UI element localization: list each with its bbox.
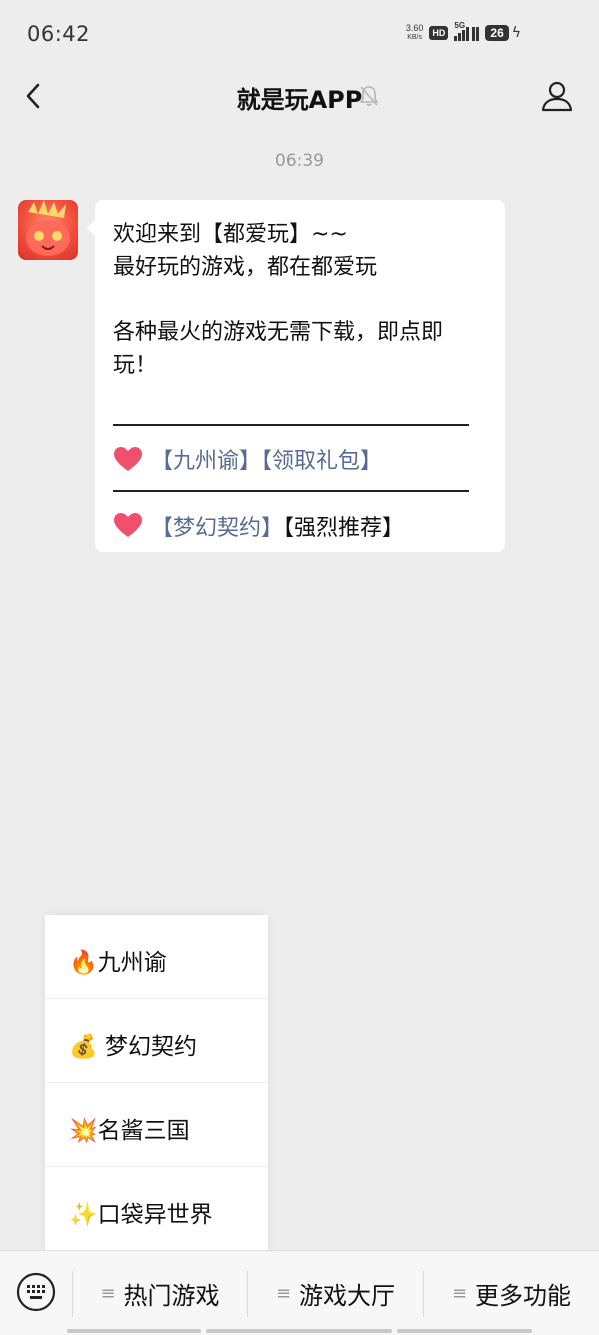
submenu-item-label: 💰 梦幻契约 xyxy=(69,1034,197,1060)
popup-submenu: 🔥九州谕 💰 梦幻契约 💥名酱三国 ✨口袋异世界 xyxy=(45,915,268,1250)
keyboard-icon xyxy=(16,1272,56,1312)
bottom-menu-bar: ≡ 热门游戏 ≡ 游戏大厅 ≡ 更多功能 xyxy=(0,1250,599,1335)
heart-icon xyxy=(114,447,142,471)
message-timestamp: 06:39 xyxy=(275,151,324,171)
link-claim-gift[interactable]: 【领取礼包】 xyxy=(261,449,382,474)
message-line-2: 最好玩的游戏，都在都爱玩 xyxy=(113,255,378,280)
message-divider xyxy=(113,424,469,426)
link-jiuzhouyu[interactable]: 【九州谕】 xyxy=(151,449,261,474)
menu-label: 更多功能 xyxy=(475,1281,572,1310)
status-indicators: 3.60 KB/s HD 5G 26 ϟ xyxy=(406,21,521,42)
network-speed-value: 3.60 xyxy=(405,23,424,33)
submenu-item-label: 💥名酱三国 xyxy=(69,1118,190,1144)
menu-label: 游戏大厅 xyxy=(299,1281,396,1310)
heart-icon xyxy=(114,513,142,537)
nav-bar: 就是玩APP xyxy=(0,70,599,124)
mute-bell-icon xyxy=(358,84,380,108)
battery-level: 26 xyxy=(485,25,509,41)
battery-icon: 26 ϟ xyxy=(485,25,521,41)
person-icon xyxy=(541,81,573,112)
submenu-item-label: ✨口袋异世界 xyxy=(69,1202,213,1228)
status-bar: 06:42 3.60 KB/s HD 5G 26 ϟ xyxy=(0,0,599,70)
gesture-indicator xyxy=(397,1329,532,1333)
gesture-indicator xyxy=(206,1329,392,1333)
submenu-item-jiuzhouyu[interactable]: 🔥九州谕 xyxy=(45,915,268,999)
menu-list-icon: ≡ xyxy=(100,1282,116,1304)
message-line-4: 玩！ xyxy=(113,353,158,378)
submenu-item-mingjiang[interactable]: 💥名酱三国 xyxy=(45,1083,268,1167)
link-menghuan[interactable]: 【梦幻契约】 xyxy=(151,516,283,541)
message-line-1: 欢迎来到【都爱玩】~~ xyxy=(113,222,348,247)
message-divider xyxy=(113,490,469,492)
submenu-item-label: 🔥九州谕 xyxy=(69,950,167,976)
submenu-item-menghuan[interactable]: 💰 梦幻契约 xyxy=(45,999,268,1083)
menu-list-icon: ≡ xyxy=(451,1282,468,1304)
page-title: 就是玩APP xyxy=(236,86,363,114)
message-bubble: 欢迎来到【都爱玩】~~ 最好玩的游戏，都在都爱玩 各种最火的游戏无需下载，即点即… xyxy=(87,200,505,552)
message-line-3: 各种最火的游戏无需下载，即点即 xyxy=(113,320,444,345)
submenu-item-koudai[interactable]: ✨口袋异世界 xyxy=(45,1167,268,1251)
menu-hot-games[interactable]: ≡ 热门游戏 xyxy=(73,1251,247,1335)
menu-game-hall[interactable]: ≡ 游戏大厅 xyxy=(248,1251,423,1335)
network-type: 5G xyxy=(454,21,466,30)
menu-label: 热门游戏 xyxy=(123,1281,220,1310)
network-speed: 3.60 KB/s xyxy=(406,24,424,42)
charging-icon: ϟ xyxy=(511,25,521,41)
hd-badge: HD xyxy=(429,26,449,40)
signal-icon: 5G xyxy=(454,21,480,41)
menu-more-functions[interactable]: ≡ 更多功能 xyxy=(424,1251,599,1335)
gesture-indicator xyxy=(67,1329,201,1333)
avatar[interactable] xyxy=(18,200,78,260)
keyboard-toggle-button[interactable] xyxy=(15,1271,57,1313)
status-time: 06:42 xyxy=(27,22,91,46)
network-speed-unit: KB/s xyxy=(407,34,423,41)
menu-list-icon: ≡ xyxy=(275,1282,292,1304)
profile-button[interactable] xyxy=(539,78,575,114)
recommend-text: 【强烈推荐】 xyxy=(283,516,405,541)
